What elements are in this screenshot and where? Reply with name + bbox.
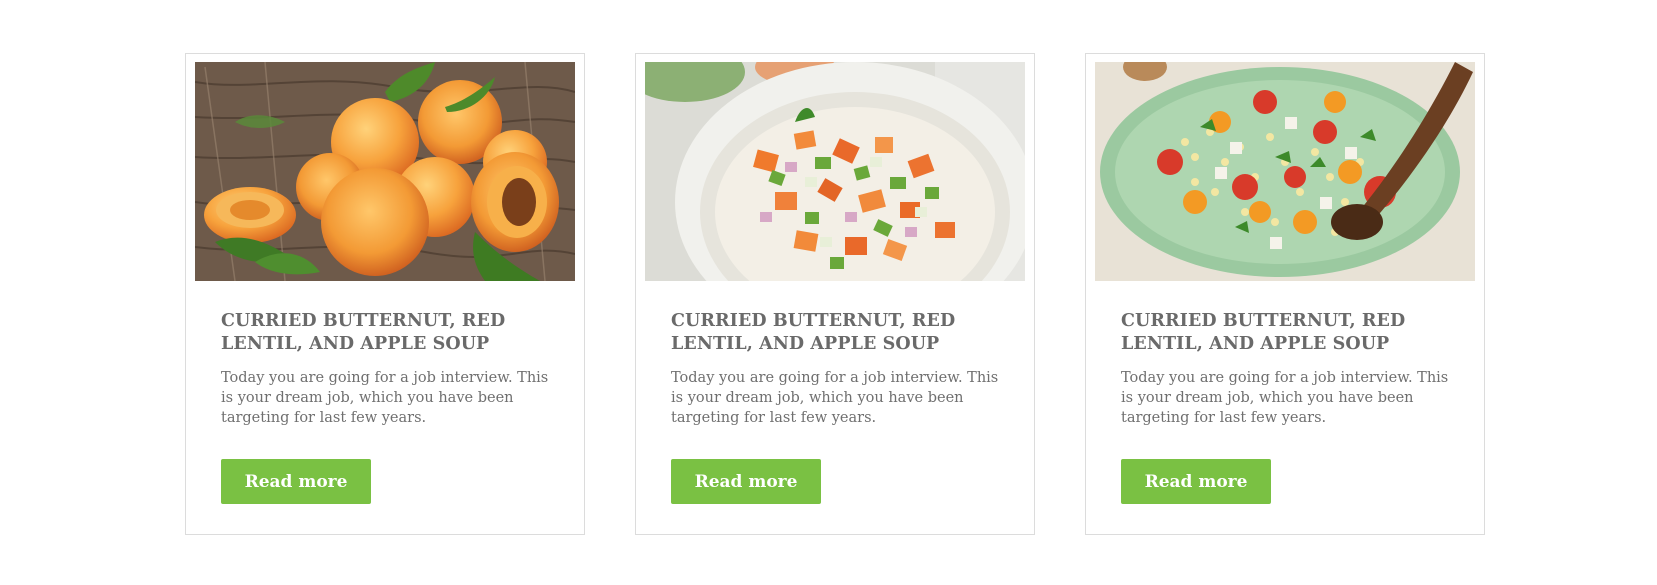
recipe-card-grid: CURRIED BUTTERNUT, RED LENTIL, AND APPLE… <box>0 0 1657 585</box>
read-more-button[interactable]: Read more <box>221 459 371 504</box>
recipe-card: CURRIED BUTTERNUT, RED LENTIL, AND APPLE… <box>185 53 585 535</box>
card-title: CURRIED BUTTERNUT, RED LENTIL, AND APPLE… <box>1121 311 1406 354</box>
chopped-salad-bowl-image[interactable] <box>645 62 1025 281</box>
recipe-card: CURRIED BUTTERNUT, RED LENTIL, AND APPLE… <box>635 53 1035 535</box>
read-more-button[interactable]: Read more <box>1121 459 1271 504</box>
card-description: Today you are going for a job interview.… <box>671 370 999 426</box>
recipe-card: CURRIED BUTTERNUT, RED LENTIL, AND APPLE… <box>1085 53 1485 535</box>
card-title: CURRIED BUTTERNUT, RED LENTIL, AND APPLE… <box>671 311 956 354</box>
card-description: Today you are going for a job interview.… <box>1121 370 1449 426</box>
card-description: Today you are going for a job interview.… <box>221 370 549 426</box>
apricots-image[interactable] <box>195 62 575 281</box>
read-more-button[interactable]: Read more <box>671 459 821 504</box>
card-title: CURRIED BUTTERNUT, RED LENTIL, AND APPLE… <box>221 311 506 354</box>
corn-tomato-salad-image[interactable] <box>1095 62 1475 281</box>
